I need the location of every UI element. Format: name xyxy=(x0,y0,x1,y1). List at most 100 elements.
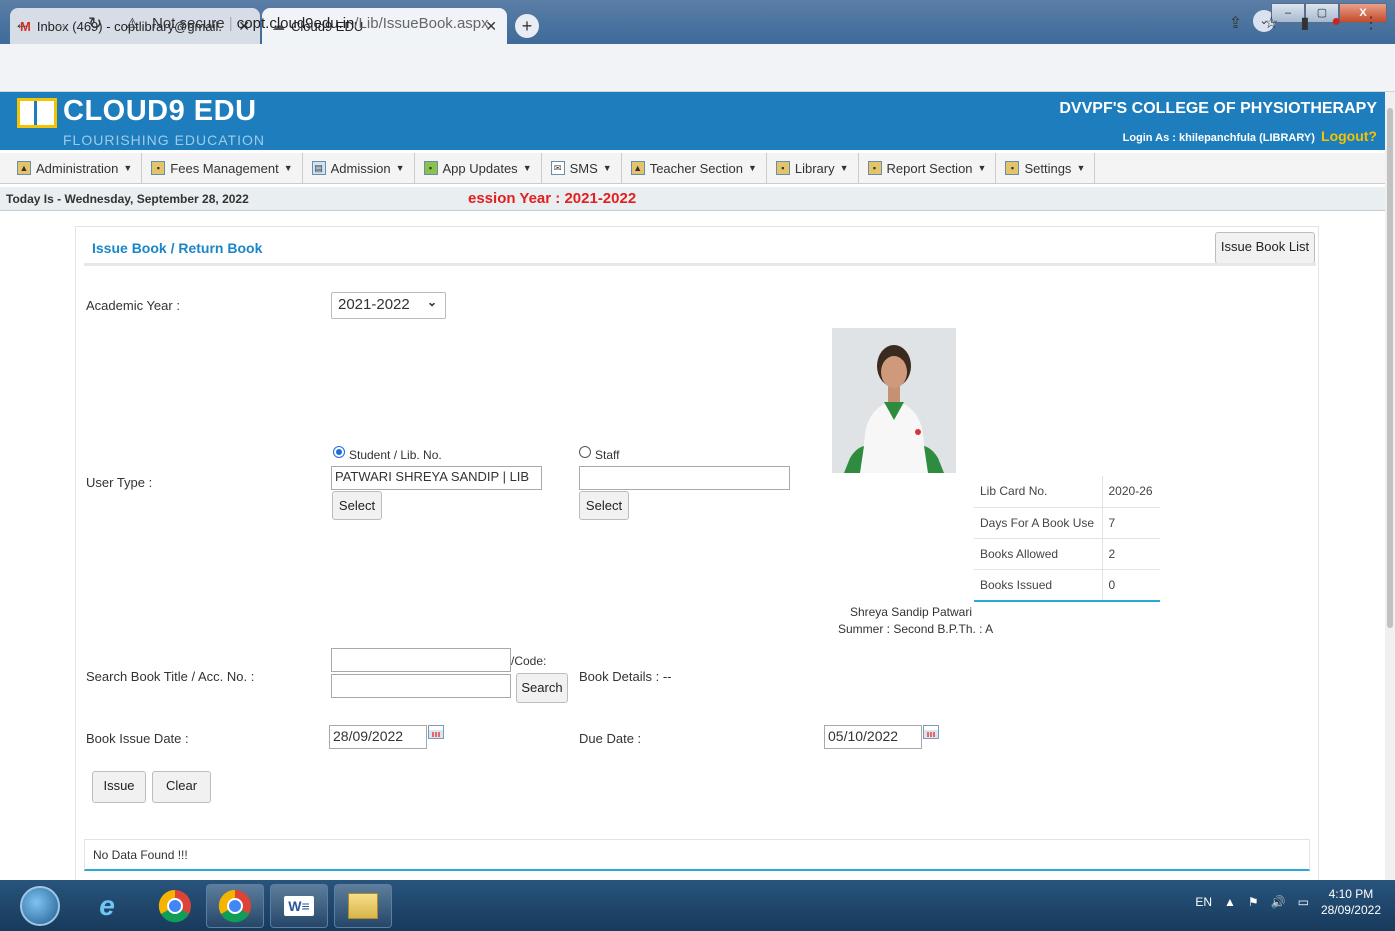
logo-title: CLOUD9 EDU xyxy=(63,95,257,127)
lib-card-value: 2 xyxy=(1102,538,1160,570)
college-name: DVVPF'S COLLEGE OF PHYSIOTHERAPY xyxy=(1059,100,1377,117)
login-info: Login As : khilepanchfula (LIBRARY) Logo… xyxy=(1123,128,1377,144)
clear-button[interactable]: Clear xyxy=(152,771,211,803)
student-select-button[interactable]: Select xyxy=(332,491,382,520)
address-bar-actions: ⇪ ☆ ▮ ● ⋮ xyxy=(1229,13,1379,33)
calendar-icon[interactable] xyxy=(428,725,444,739)
code-label: /Code: xyxy=(511,654,547,668)
dropdown-arrow-icon: ▼ xyxy=(747,163,757,173)
menu-report-section[interactable]: ▪ Report Section ▼ xyxy=(859,152,997,184)
network-icon[interactable]: ▭ xyxy=(1298,895,1309,909)
reload-icon[interactable]: ↻ xyxy=(88,14,102,34)
table-row: Books Allowed 2 xyxy=(974,538,1160,570)
sidepanel-icon[interactable]: ▮ xyxy=(1301,13,1310,33)
new-tab-button[interactable]: + xyxy=(515,14,539,38)
dropdown-arrow-icon: ▼ xyxy=(522,163,532,173)
module-icon: ▪ xyxy=(867,161,882,175)
mail-icon: ✉ xyxy=(550,161,565,175)
menu-fees-management[interactable]: ▪ Fees Management ▼ xyxy=(142,152,303,184)
more-icon[interactable]: ⋮ xyxy=(1363,13,1379,33)
star-icon[interactable]: ☆ xyxy=(1264,13,1278,33)
explorer-icon[interactable] xyxy=(334,884,392,928)
dropdown-arrow-icon: ▼ xyxy=(395,163,405,173)
student-class: Summer : Second B.P.Th. : A xyxy=(838,622,994,636)
lib-card-key: Lib Card No. xyxy=(974,476,1103,508)
share-icon[interactable]: ⇪ xyxy=(1229,13,1242,33)
menu-label: SMS xyxy=(569,160,598,176)
table-row: Days For A Book Use 7 xyxy=(974,507,1160,539)
academic-year-select[interactable]: 2021-2022 ⌄ xyxy=(331,292,446,319)
chevron-down-icon: ⌄ xyxy=(426,295,437,309)
android-icon: ▪ xyxy=(423,161,438,175)
staff-input[interactable] xyxy=(579,466,790,490)
student-radio-label: Student / Lib. No. xyxy=(349,448,442,462)
menu-label: Teacher Section xyxy=(649,160,743,176)
staff-select-button[interactable]: Select xyxy=(579,491,629,520)
lib-card-key: Books Issued xyxy=(974,569,1103,601)
menu-app-updates[interactable]: ▪ App Updates ▼ xyxy=(415,152,542,184)
ie-icon[interactable]: e xyxy=(78,884,136,928)
menu-label: Administration xyxy=(36,160,119,176)
dropdown-arrow-icon: ▼ xyxy=(977,163,987,173)
menu-teacher-section[interactable]: ▲ Teacher Section ▼ xyxy=(622,152,767,184)
language-indicator[interactable]: EN xyxy=(1195,895,1212,909)
dropdown-arrow-icon: ▼ xyxy=(1076,163,1086,173)
dropdown-arrow-icon: ▼ xyxy=(839,163,849,173)
chrome-icon[interactable] xyxy=(146,884,204,928)
menu-settings[interactable]: ▪ Settings ▼ xyxy=(996,152,1096,184)
search-book-label: Search Book Title / Acc. No. : xyxy=(86,669,255,684)
calendar-icon[interactable] xyxy=(923,725,939,739)
word-icon[interactable]: W≡ xyxy=(270,884,328,928)
issue-date-input[interactable]: 28/09/2022 xyxy=(329,725,427,749)
student-radio[interactable] xyxy=(333,446,345,458)
login-as: Login As : khilepanchfula (LIBRARY) xyxy=(1122,132,1315,144)
logo-subtitle: FLOURISHING EDUCATION xyxy=(63,132,265,148)
student-name: Shreya Sandip Patwari xyxy=(849,605,973,619)
clock[interactable]: 4:10 PM 28/09/2022 xyxy=(1321,886,1381,918)
url-host: copt.cloud9edu.in xyxy=(236,15,355,32)
module-icon: ▪ xyxy=(775,161,790,175)
search-button[interactable]: Search xyxy=(516,673,568,703)
menu-label: Library xyxy=(794,160,835,176)
user-icon: ▲ xyxy=(17,161,31,175)
forward-icon[interactable]: → xyxy=(52,14,69,34)
logout-link[interactable]: Logout? xyxy=(1321,128,1377,144)
menu-admission[interactable]: ▤ Admission ▼ xyxy=(303,152,415,184)
user-icon: ▲ xyxy=(630,161,645,175)
no-data-message: No Data Found !!! xyxy=(84,839,1310,871)
scrollbar-thumb[interactable] xyxy=(1387,108,1393,628)
dropdown-arrow-icon: ▼ xyxy=(602,163,612,173)
book-details: Book Details : -- xyxy=(579,669,672,684)
today-date: Today Is - Wednesday, September 28, 2022 xyxy=(6,192,249,206)
staff-radio[interactable] xyxy=(579,446,591,458)
book-title-input[interactable] xyxy=(331,648,511,672)
page-title: Issue Book / Return Book xyxy=(92,240,263,256)
dropdown-arrow-icon: ▼ xyxy=(283,163,293,173)
main-menu: ▲ Administration ▼ ▪ Fees Management ▼ ▤ Admi… xyxy=(0,152,1385,184)
code-input[interactable] xyxy=(331,674,511,698)
profile-icon[interactable]: ● xyxy=(1331,13,1341,33)
issue-button[interactable]: Issue xyxy=(92,771,146,803)
menu-library[interactable]: ▪ Library ▼ xyxy=(767,152,859,184)
issue-book-list-button[interactable]: Issue Book List xyxy=(1215,232,1315,264)
due-date-input[interactable]: 05/10/2022 xyxy=(824,725,922,749)
volume-icon[interactable]: 🔊 xyxy=(1271,895,1286,909)
issue-date-label: Book Issue Date : xyxy=(86,731,189,746)
tray-arrow-icon[interactable]: ▲ xyxy=(1224,895,1236,909)
session-year: ession Year : 2021-2022 xyxy=(468,190,637,207)
menu-label: App Updates xyxy=(442,160,518,176)
menu-administration[interactable]: ▲ Administration ▼ xyxy=(8,152,143,184)
flag-icon[interactable]: ⚑ xyxy=(1248,895,1259,909)
menu-label: Admission xyxy=(330,160,391,176)
lib-card-value: 2020-26 xyxy=(1102,476,1160,508)
url-field[interactable]: Not secure | copt.cloud9edu.in/Lib/Issue… xyxy=(152,15,489,32)
start-button-icon[interactable] xyxy=(20,886,60,926)
back-icon[interactable]: ← xyxy=(14,14,31,34)
warning-icon: ⚠ xyxy=(126,15,139,31)
chrome-active-icon[interactable] xyxy=(206,884,264,928)
menu-label: Report Section xyxy=(886,160,973,176)
academic-year-value: 2021-2022 xyxy=(338,296,410,313)
student-input[interactable]: PATWARI SHREYA SANDIP | LIB xyxy=(331,466,542,490)
menu-sms[interactable]: ✉ SMS ▼ xyxy=(542,152,622,184)
security-label: Not secure xyxy=(152,15,225,32)
